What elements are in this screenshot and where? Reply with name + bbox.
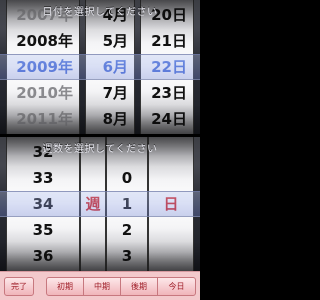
day-number-item-selected[interactable]: 1 (107, 191, 147, 217)
day-item[interactable]: 24日 (141, 106, 193, 132)
day-number-item[interactable]: 0 (107, 165, 147, 191)
year-item[interactable]: 2010年 (7, 80, 79, 106)
day-unit-column: 日 (148, 137, 194, 271)
week-unit-column: 週 (80, 137, 106, 271)
today-button[interactable]: 今日 (157, 277, 196, 296)
week-number-wheel[interactable]: 32 33 34 35 36 (6, 137, 80, 271)
late-button[interactable]: 後期 (120, 277, 158, 296)
date-picker-header: 日付を選択してください (42, 7, 158, 18)
early-button[interactable]: 初期 (46, 277, 84, 296)
month-item[interactable]: 8月 (86, 106, 134, 132)
day-item[interactable]: 23日 (141, 80, 193, 106)
week-number-item[interactable]: 35 (7, 217, 79, 243)
month-item[interactable]: 7月 (86, 80, 134, 106)
year-item[interactable]: 2008年 (7, 28, 79, 54)
month-item[interactable]: 5月 (86, 28, 134, 54)
week-number-item-selected[interactable]: 34 (7, 191, 79, 217)
month-item-selected[interactable]: 6月 (86, 54, 134, 80)
bottom-toolbar: 完了 初期 中期 後期 今日 (0, 271, 200, 300)
week-unit-label: 週 (85, 195, 101, 213)
day-number-item[interactable]: 3 (107, 243, 147, 269)
day-item-selected[interactable]: 22日 (141, 54, 193, 80)
year-wheel[interactable]: 2007年 2008年 2009年 2010年 2011年 (6, 0, 80, 134)
day-number-item[interactable]: 2 (107, 217, 147, 243)
week-number-item[interactable]: 36 (7, 243, 79, 269)
day-wheel[interactable]: 20日 21日 22日 23日 24日 (140, 0, 194, 134)
day-number-wheel[interactable]: 0 1 2 3 (106, 137, 148, 271)
day-item[interactable]: 21日 (141, 28, 193, 54)
preset-segmented-control: 初期 中期 後期 今日 (46, 277, 196, 296)
week-picker: 週数を選択してください 32 33 34 35 36 週 0 1 2 3 日 (0, 137, 200, 271)
date-picker: 日付を選択してください 2007年 2008年 2009年 2010年 2011… (0, 0, 200, 134)
done-button[interactable]: 完了 (4, 277, 34, 296)
week-number-item[interactable]: 33 (7, 165, 79, 191)
year-item-selected[interactable]: 2009年 (7, 54, 79, 80)
day-unit-label: 日 (163, 195, 179, 213)
year-item[interactable]: 2011年 (7, 106, 79, 132)
middle-button[interactable]: 中期 (83, 277, 121, 296)
week-picker-header: 週数を選択してください (42, 144, 158, 155)
month-wheel[interactable]: 4月 5月 6月 7月 8月 (85, 0, 135, 134)
